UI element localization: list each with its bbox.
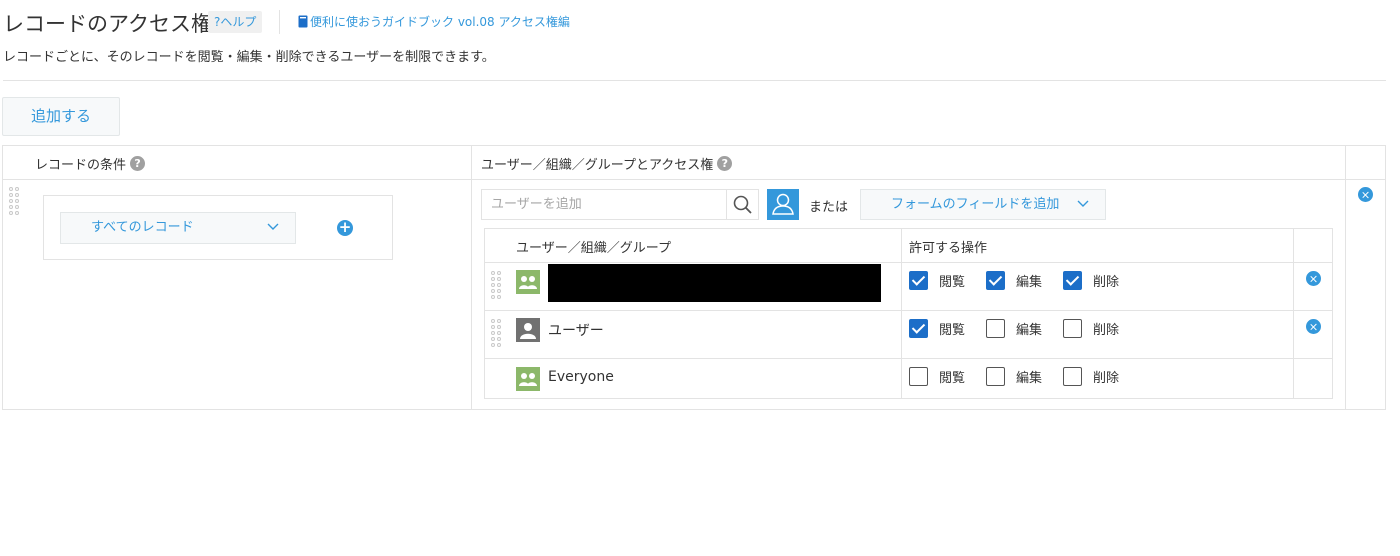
checkbox-unchecked [986,319,1005,338]
condition-select[interactable]: すべてのレコード [60,212,296,244]
checkbox-checked [986,271,1005,290]
drag-handle-icon[interactable] [9,187,21,217]
condition-box: すべてのレコード + [43,195,393,260]
permission-view-checkbox[interactable]: 閲覧 [909,271,965,290]
column-header-entity: ユーザー／組織／グループ [516,241,671,256]
add-form-field-button[interactable]: フォームのフィールドを追加 [860,189,1106,220]
chevron-down-icon [267,223,279,230]
column-header-users: ユーザー／組織／グループとアクセス権 ? [481,154,733,173]
permission-edit-label: 編集 [1016,323,1043,338]
column-divider [901,229,902,398]
permission-edit-label: 編集 [1016,371,1043,386]
permission-view-checkbox[interactable]: 閲覧 [909,367,965,386]
column-header-condition: レコードの条件 ? [35,154,146,173]
header-row-divider [3,179,1385,180]
add-form-field-label: フォームのフィールドを追加 [891,197,1060,212]
checkbox-checked [909,271,928,290]
permission-delete-label: 削除 [1093,323,1120,338]
permissions-table: ユーザー／組織／グループ 許可する操作 閲覧 編集 削除 ユーザー 閲覧 編集 … [484,228,1333,399]
drag-handle-icon[interactable] [491,271,503,301]
row-divider [485,310,1332,311]
checkbox-unchecked [909,367,928,386]
permission-view-label: 閲覧 [939,371,966,386]
help-link[interactable]: ?ヘルプ [208,11,263,33]
permission-delete-checkbox[interactable]: 削除 [1063,319,1119,338]
header-divider-line [3,80,1386,81]
column-header-permissions: 許可する操作 [909,241,988,256]
permission-edit-checkbox[interactable]: 編集 [986,319,1042,338]
group-icon [516,367,540,391]
group-icon [516,270,540,294]
condition-select-value: すべてのレコード [91,220,194,235]
entity-name: Everyone [548,369,614,385]
search-icon [733,195,752,214]
row-divider [485,358,1332,359]
column-divider [471,146,472,409]
permission-view-label: 閲覧 [939,323,966,338]
permission-view-label: 閲覧 [939,275,966,290]
checkbox-unchecked [1063,367,1082,386]
column-header-condition-label: レコードの条件 [35,158,127,173]
help-question-icon[interactable]: ? [130,156,146,171]
page-title: レコードのアクセス権 [3,12,212,36]
add-button[interactable]: 追加する [2,97,120,136]
drag-handle-icon[interactable] [491,319,503,349]
permission-edit-checkbox[interactable]: 編集 [986,367,1042,386]
column-header-users-label: ユーザー／組織／グループとアクセス権 [481,158,714,173]
delete-row-close-icon[interactable] [1358,187,1373,202]
user-icon [516,318,540,342]
help-question-icon[interactable]: ? [717,156,733,171]
user-picker-button[interactable] [767,189,799,220]
search-button[interactable] [726,189,759,220]
redacted-name [548,264,881,302]
permission-delete-checkbox[interactable]: 削除 [1063,271,1119,290]
checkbox-unchecked [986,367,1005,386]
permission-view-checkbox[interactable]: 閲覧 [909,319,965,338]
chevron-down-icon [1077,200,1089,207]
header-divider [279,10,280,34]
remove-entry-close-icon[interactable] [1306,319,1321,334]
row-divider [485,262,1332,263]
guide-link[interactable]: 便利に使おうガイドブック vol.08 アクセス権編 [298,13,570,30]
page-description: レコードごとに、そのレコードを閲覧・編集・削除できるユーザーを制限できます。 [3,50,495,65]
permission-edit-checkbox[interactable]: 編集 [986,271,1042,290]
checkbox-checked [1063,271,1082,290]
permission-delete-checkbox[interactable]: 削除 [1063,367,1119,386]
user-search-input[interactable] [481,189,726,220]
checkbox-unchecked [1063,319,1082,338]
permission-delete-label: 削除 [1093,275,1120,290]
column-divider [1293,229,1294,398]
checkbox-checked [909,319,928,338]
permission-delete-label: 削除 [1093,371,1120,386]
or-text: または [809,200,849,215]
guide-link-label: 便利に使おうガイドブック vol.08 アクセス権編 [310,15,570,29]
entity-name: ユーザー [548,323,604,339]
column-divider [1345,146,1346,409]
book-icon [298,15,308,28]
user-icon [772,193,794,215]
add-condition-plus-icon[interactable]: + [337,220,353,236]
permission-edit-label: 編集 [1016,275,1043,290]
remove-entry-close-icon[interactable] [1306,271,1321,286]
